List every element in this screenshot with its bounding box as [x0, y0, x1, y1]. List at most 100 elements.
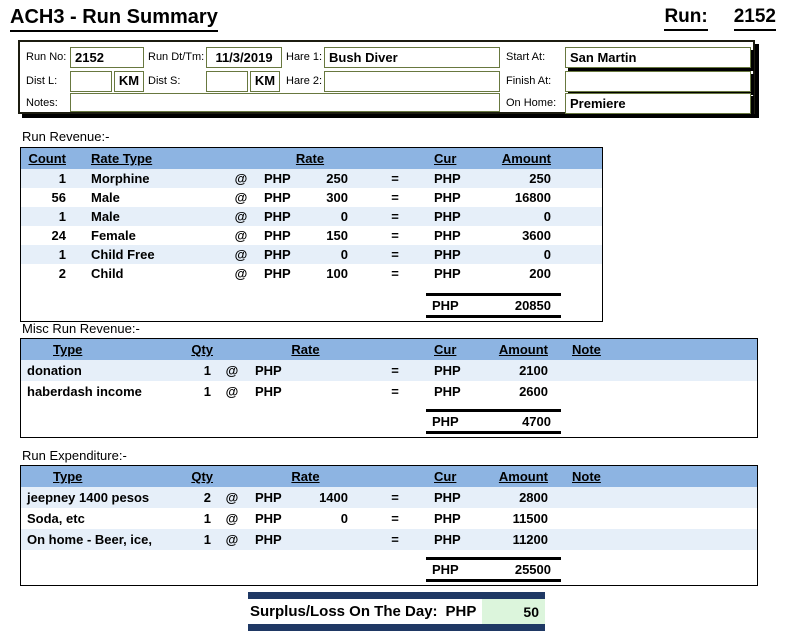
col-header-qty: Qty — [181, 469, 217, 484]
table-row: Soda, etc 1 @ PHP 0 = PHP 11500 — [21, 508, 757, 529]
cell-count: 1 — [21, 171, 76, 186]
col-header-count: Count — [21, 151, 76, 166]
col-header-rate: Rate — [247, 342, 364, 357]
at-symbol: @ — [226, 190, 256, 205]
cell-type: donation — [21, 363, 181, 378]
cell-rate-cur: PHP — [256, 247, 316, 262]
cell-type: jeepney 1400 pesos — [21, 490, 181, 505]
run-revenue-header-row: Count Rate Type Rate Cur Amount — [21, 148, 602, 169]
cell-count: 2 — [21, 266, 76, 281]
cell-rate-type: Morphine — [76, 171, 226, 186]
header-bar: ACH3 - Run Summary Run: 2152 — [10, 6, 776, 32]
equals-symbol: = — [364, 363, 426, 378]
cell-cur: PHP — [426, 247, 484, 262]
col-header-type: Type — [21, 342, 181, 357]
dist-s-input[interactable] — [206, 71, 248, 92]
run-summary-page: ACH3 - Run Summary Run: 2152 Run No: Run… — [0, 0, 790, 641]
on-home-input[interactable] — [565, 93, 751, 114]
cell-rate-cur: PHP — [256, 171, 316, 186]
col-header-amount: Amount — [484, 342, 566, 357]
cell-amount: 11200 — [484, 532, 566, 547]
dist-l-unit: KM — [114, 71, 144, 92]
equals-symbol: = — [364, 384, 426, 399]
run-revenue-total: PHP 20850 — [426, 293, 561, 318]
cell-cur: PHP — [426, 171, 484, 186]
dist-l-input[interactable] — [70, 71, 112, 92]
cell-rate-cur: PHP — [256, 228, 316, 243]
col-header-amount: Amount — [484, 469, 566, 484]
cell-rate: 0 — [316, 209, 364, 224]
cell-count: 56 — [21, 190, 76, 205]
cell-count: 24 — [21, 228, 76, 243]
total-amount: 25500 — [515, 562, 551, 577]
at-symbol: @ — [217, 384, 247, 399]
equals-symbol: = — [364, 209, 426, 224]
total-amount: 4700 — [522, 414, 551, 429]
cell-amount: 0 — [484, 209, 569, 224]
start-at-label: Start At: — [506, 51, 545, 63]
run-dt-input[interactable] — [206, 47, 282, 68]
cell-amount: 250 — [484, 171, 569, 186]
page-title: ACH3 - Run Summary — [10, 6, 218, 32]
cell-rate-cur: PHP — [256, 266, 316, 281]
col-header-type: Type — [21, 469, 181, 484]
cell-amount: 2800 — [484, 490, 566, 505]
run-dt-label: Run Dt/Tm: — [148, 51, 204, 63]
cell-count: 1 — [21, 247, 76, 262]
cell-cur: PHP — [426, 511, 484, 526]
equals-symbol: = — [364, 171, 426, 186]
run-no-input[interactable] — [70, 47, 144, 68]
cell-cur: PHP — [426, 209, 484, 224]
cell-amount: 3600 — [484, 228, 569, 243]
cell-rate: 1400 — [316, 490, 364, 505]
run-no-label: Run No: — [26, 51, 66, 63]
col-header-note: Note — [566, 342, 757, 357]
expenditure-table: Type Qty Rate Cur Amount Note jeepney 14… — [20, 465, 758, 586]
cell-rate-cur: PHP — [247, 384, 316, 399]
col-header-qty: Qty — [181, 342, 217, 357]
col-header-cur: Cur — [426, 469, 484, 484]
table-row: 56 Male @ PHP 300 = PHP 16800 — [21, 188, 602, 207]
start-at-input[interactable] — [565, 47, 751, 68]
notes-input[interactable] — [70, 93, 500, 112]
hare2-input[interactable] — [324, 71, 500, 92]
surplus-currency: PHP — [438, 603, 477, 620]
cell-count: 1 — [21, 209, 76, 224]
equals-symbol: = — [364, 266, 426, 281]
hare1-input[interactable] — [324, 47, 500, 68]
finish-at-input[interactable] — [565, 71, 751, 92]
notes-label: Notes: — [26, 97, 58, 109]
cell-rate-type: Female — [76, 228, 226, 243]
cell-rate-type: Male — [76, 209, 226, 224]
cell-cur: PHP — [426, 363, 484, 378]
misc-revenue-total: PHP 4700 — [426, 409, 561, 434]
total-cur: PHP — [432, 414, 459, 429]
cell-qty: 1 — [181, 532, 217, 547]
cell-rate-type: Child Free — [76, 247, 226, 262]
table-row: On home - Beer, ice, 1 @ PHP = PHP 11200 — [21, 529, 757, 550]
cell-amount: 0 — [484, 247, 569, 262]
dist-l-label: Dist L: — [26, 75, 57, 87]
cell-rate: 150 — [316, 228, 364, 243]
col-header-cur: Cur — [426, 151, 484, 166]
col-header-amount: Amount — [484, 151, 569, 166]
cell-rate: 250 — [316, 171, 364, 186]
col-header-note: Note — [566, 469, 757, 484]
cell-rate-cur: PHP — [247, 490, 316, 505]
dist-s-label: Dist S: — [148, 75, 180, 87]
cell-rate-cur: PHP — [247, 511, 316, 526]
cell-type: Soda, etc — [21, 511, 181, 526]
equals-symbol: = — [364, 190, 426, 205]
table-row: 1 Child Free @ PHP 0 = PHP 0 — [21, 245, 602, 264]
cell-rate: 100 — [316, 266, 364, 281]
misc-revenue-header-row: Type Qty Rate Cur Amount Note — [21, 339, 757, 360]
cell-qty: 1 — [181, 511, 217, 526]
hare2-label: Hare 2: — [286, 75, 322, 87]
at-symbol: @ — [226, 171, 256, 186]
equals-symbol: = — [364, 511, 426, 526]
cell-rate: 0 — [316, 511, 364, 526]
table-row: 2 Child @ PHP 100 = PHP 200 — [21, 264, 602, 283]
surplus-bottom-rule — [248, 624, 545, 631]
run-revenue-table: Count Rate Type Rate Cur Amount 1 Morphi… — [20, 147, 603, 322]
cell-amount: 11500 — [484, 511, 566, 526]
